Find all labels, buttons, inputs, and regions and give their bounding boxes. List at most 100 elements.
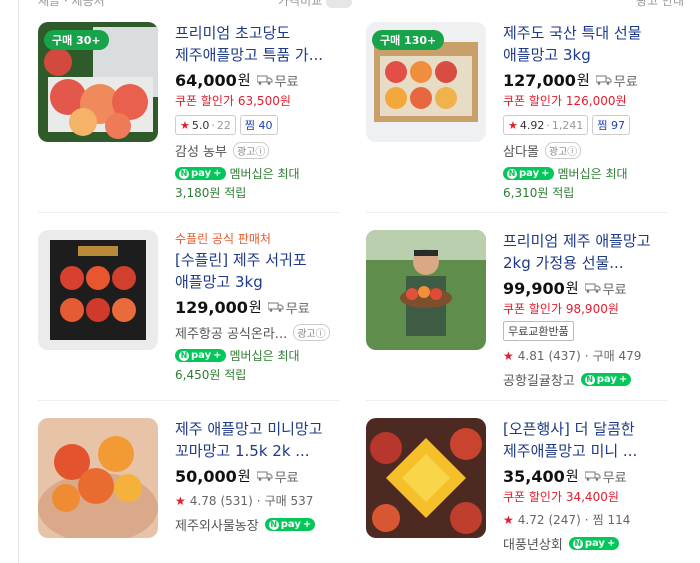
free-return-tag: 무료교환반품 bbox=[503, 321, 574, 341]
membership-text: 멤버십은 최대 bbox=[557, 167, 628, 181]
shipping-info: 무료 bbox=[256, 467, 299, 486]
product-title[interactable]: 프리미엄 초고당도 제주애플망고 특품 가... bbox=[175, 22, 350, 66]
shipping-label: 무료 bbox=[613, 74, 638, 90]
store-name[interactable]: 제주항공 공식온라... bbox=[175, 323, 287, 342]
membership-text: 멤버십은 최대 bbox=[229, 349, 300, 363]
mango-box-image bbox=[38, 230, 158, 350]
filter-left[interactable]: 새글 · 제공처 bbox=[38, 0, 105, 9]
shipping-label: 무료 bbox=[602, 470, 627, 486]
truck-icon bbox=[584, 471, 601, 481]
product-title[interactable]: 프리미엄 제주 애플망고 2kg 가정용 선물... bbox=[503, 230, 678, 274]
top-filter-strip: 새글 · 제공처 가격비교 광고 안내 bbox=[18, 0, 698, 9]
product-image[interactable] bbox=[366, 230, 486, 350]
truck-icon bbox=[256, 471, 273, 481]
row-divider bbox=[38, 400, 340, 401]
product-title[interactable]: [오픈행사] 더 달콤한 제주애플망고 미니 ... bbox=[503, 418, 678, 462]
truck-icon bbox=[267, 302, 284, 312]
store-name[interactable]: 공항길귤창고 bbox=[503, 370, 575, 389]
zzim-chip[interactable]: 찜 40 bbox=[239, 115, 278, 135]
shipping-label: 무료 bbox=[285, 301, 310, 317]
rating-line[interactable]: ★ 4.78 (531) · 구매 537 bbox=[175, 492, 350, 509]
product-image[interactable] bbox=[366, 418, 486, 538]
store-name[interactable]: 감성 농부 bbox=[175, 141, 227, 160]
product-price: 129,000 bbox=[175, 297, 248, 317]
rating-line[interactable]: ★ 4.72 (247) · 찜 114 bbox=[503, 511, 678, 528]
currency: 원 bbox=[237, 469, 251, 485]
product-card[interactable]: 프리미엄 제주 애플망고 2kg 가정용 선물... 99,900 원 무료 쿠폰… bbox=[366, 230, 682, 400]
truck-icon bbox=[584, 283, 601, 293]
purchase-count-badge: 구매 130+ bbox=[372, 30, 445, 50]
rating-chip[interactable]: ★ 4.92 · 1,241 bbox=[503, 115, 589, 135]
product-image[interactable]: 구매 130+ bbox=[366, 22, 486, 142]
currency: 원 bbox=[565, 469, 579, 485]
mini-mango-image bbox=[38, 418, 158, 538]
shipping-info: 무료 bbox=[584, 279, 627, 298]
shipping-info: 무료 bbox=[256, 71, 299, 90]
row-divider bbox=[38, 212, 340, 213]
product-image[interactable] bbox=[38, 230, 158, 350]
store-name[interactable]: 제주외사물농장 bbox=[175, 515, 259, 534]
product-card[interactable]: [오픈행사] 더 달콤한 제주애플망고 미니 ... 35,400 원 무료 쿠폰… bbox=[366, 418, 682, 563]
npay-badge: Npay + bbox=[264, 518, 316, 531]
ad-badge[interactable]: 광고ⓘ bbox=[293, 324, 330, 341]
npay-badge: Npay + bbox=[503, 167, 554, 180]
coupon-price: 쿠폰 할인가 63,500원 bbox=[175, 94, 291, 108]
star-icon: ★ bbox=[175, 493, 186, 508]
ad-info[interactable]: 광고 안내 bbox=[636, 0, 684, 9]
coupon-price: 쿠폰 할인가 98,900원 bbox=[503, 302, 619, 316]
shipping-label: 무료 bbox=[274, 74, 299, 90]
star-icon: ★ bbox=[180, 118, 190, 132]
star-icon: ★ bbox=[503, 348, 514, 363]
product-price: 50,000 bbox=[175, 466, 237, 486]
product-price: 127,000 bbox=[503, 70, 576, 90]
row-divider bbox=[366, 400, 668, 401]
product-card[interactable]: 구매 30+ 프리미엄 초고당도 제주애플망고 특품 가... 64,000 원 … bbox=[38, 22, 354, 200]
star-icon: ★ bbox=[508, 118, 518, 132]
farmer-photo bbox=[366, 230, 486, 350]
product-card[interactable]: 구매 130+ 제주도 국산 특대 선물 애플망고 3kg 127,000 원 무… bbox=[366, 22, 682, 200]
membership-text: 멤버십은 최대 bbox=[229, 167, 300, 181]
currency: 원 bbox=[248, 300, 262, 316]
shipping-info: 무료 bbox=[595, 71, 638, 90]
purchase-count-badge: 구매 30+ bbox=[44, 30, 109, 50]
toggle-switch[interactable] bbox=[326, 0, 353, 8]
product-title[interactable]: 제주도 국산 특대 선물 애플망고 3kg bbox=[503, 22, 678, 66]
filter-mid[interactable]: 가격비교 bbox=[278, 0, 353, 9]
product-price: 99,900 bbox=[503, 278, 565, 298]
shipping-label: 무료 bbox=[602, 282, 627, 298]
npay-badge: Npay + bbox=[580, 373, 632, 386]
seller-tag: 수플린 공식 판매처 bbox=[175, 232, 271, 246]
shipping-info: 무료 bbox=[267, 298, 310, 317]
npay-badge: Npay + bbox=[568, 537, 620, 550]
product-image[interactable] bbox=[38, 418, 158, 538]
coupon-price: 쿠폰 할인가 34,400원 bbox=[503, 490, 619, 504]
points-text: 6,310원 적립 bbox=[503, 186, 575, 200]
product-card[interactable]: 수플린 공식 판매처 [수플린] 제주 서귀포 애플망고 3kg 129,000… bbox=[38, 230, 354, 400]
product-title[interactable]: 제주 애플망고 미니망고 꼬마망고 1.5k 2k ... bbox=[175, 418, 350, 462]
truck-icon bbox=[595, 75, 612, 85]
currency: 원 bbox=[576, 73, 590, 89]
npay-badge: Npay + bbox=[175, 349, 226, 362]
ad-badge[interactable]: 광고ⓘ bbox=[544, 142, 582, 159]
star-icon: ★ bbox=[503, 512, 514, 527]
product-image[interactable]: 구매 30+ bbox=[38, 22, 158, 142]
product-card[interactable]: 제주 애플망고 미니망고 꼬마망고 1.5k 2k ... 50,000 원 무료… bbox=[38, 418, 354, 563]
rating-chip[interactable]: ★ 5.0 · 22 bbox=[175, 115, 236, 135]
ad-badge[interactable]: 광고ⓘ bbox=[232, 142, 270, 159]
currency: 원 bbox=[237, 73, 251, 89]
left-border bbox=[18, 0, 19, 563]
shipping-label: 무료 bbox=[274, 470, 299, 486]
points-text: 3,180원 적립 bbox=[175, 186, 247, 200]
coupon-price: 쿠폰 할인가 126,000원 bbox=[503, 94, 627, 108]
zzim-chip[interactable]: 찜 97 bbox=[592, 115, 630, 135]
product-price: 64,000 bbox=[175, 70, 237, 90]
product-price: 35,400 bbox=[503, 466, 565, 486]
store-name[interactable]: 삼다몰 bbox=[503, 141, 539, 160]
points-text: 6,450원 적립 bbox=[175, 368, 247, 382]
store-name[interactable]: 대풍년상회 bbox=[503, 534, 563, 553]
npay-badge: Npay + bbox=[175, 167, 226, 180]
currency: 원 bbox=[565, 281, 579, 297]
cut-mango-image bbox=[366, 418, 486, 538]
product-title[interactable]: [수플린] 제주 서귀포 애플망고 3kg bbox=[175, 249, 350, 293]
rating-line[interactable]: ★ 4.81 (437) · 구매 479 bbox=[503, 347, 678, 364]
